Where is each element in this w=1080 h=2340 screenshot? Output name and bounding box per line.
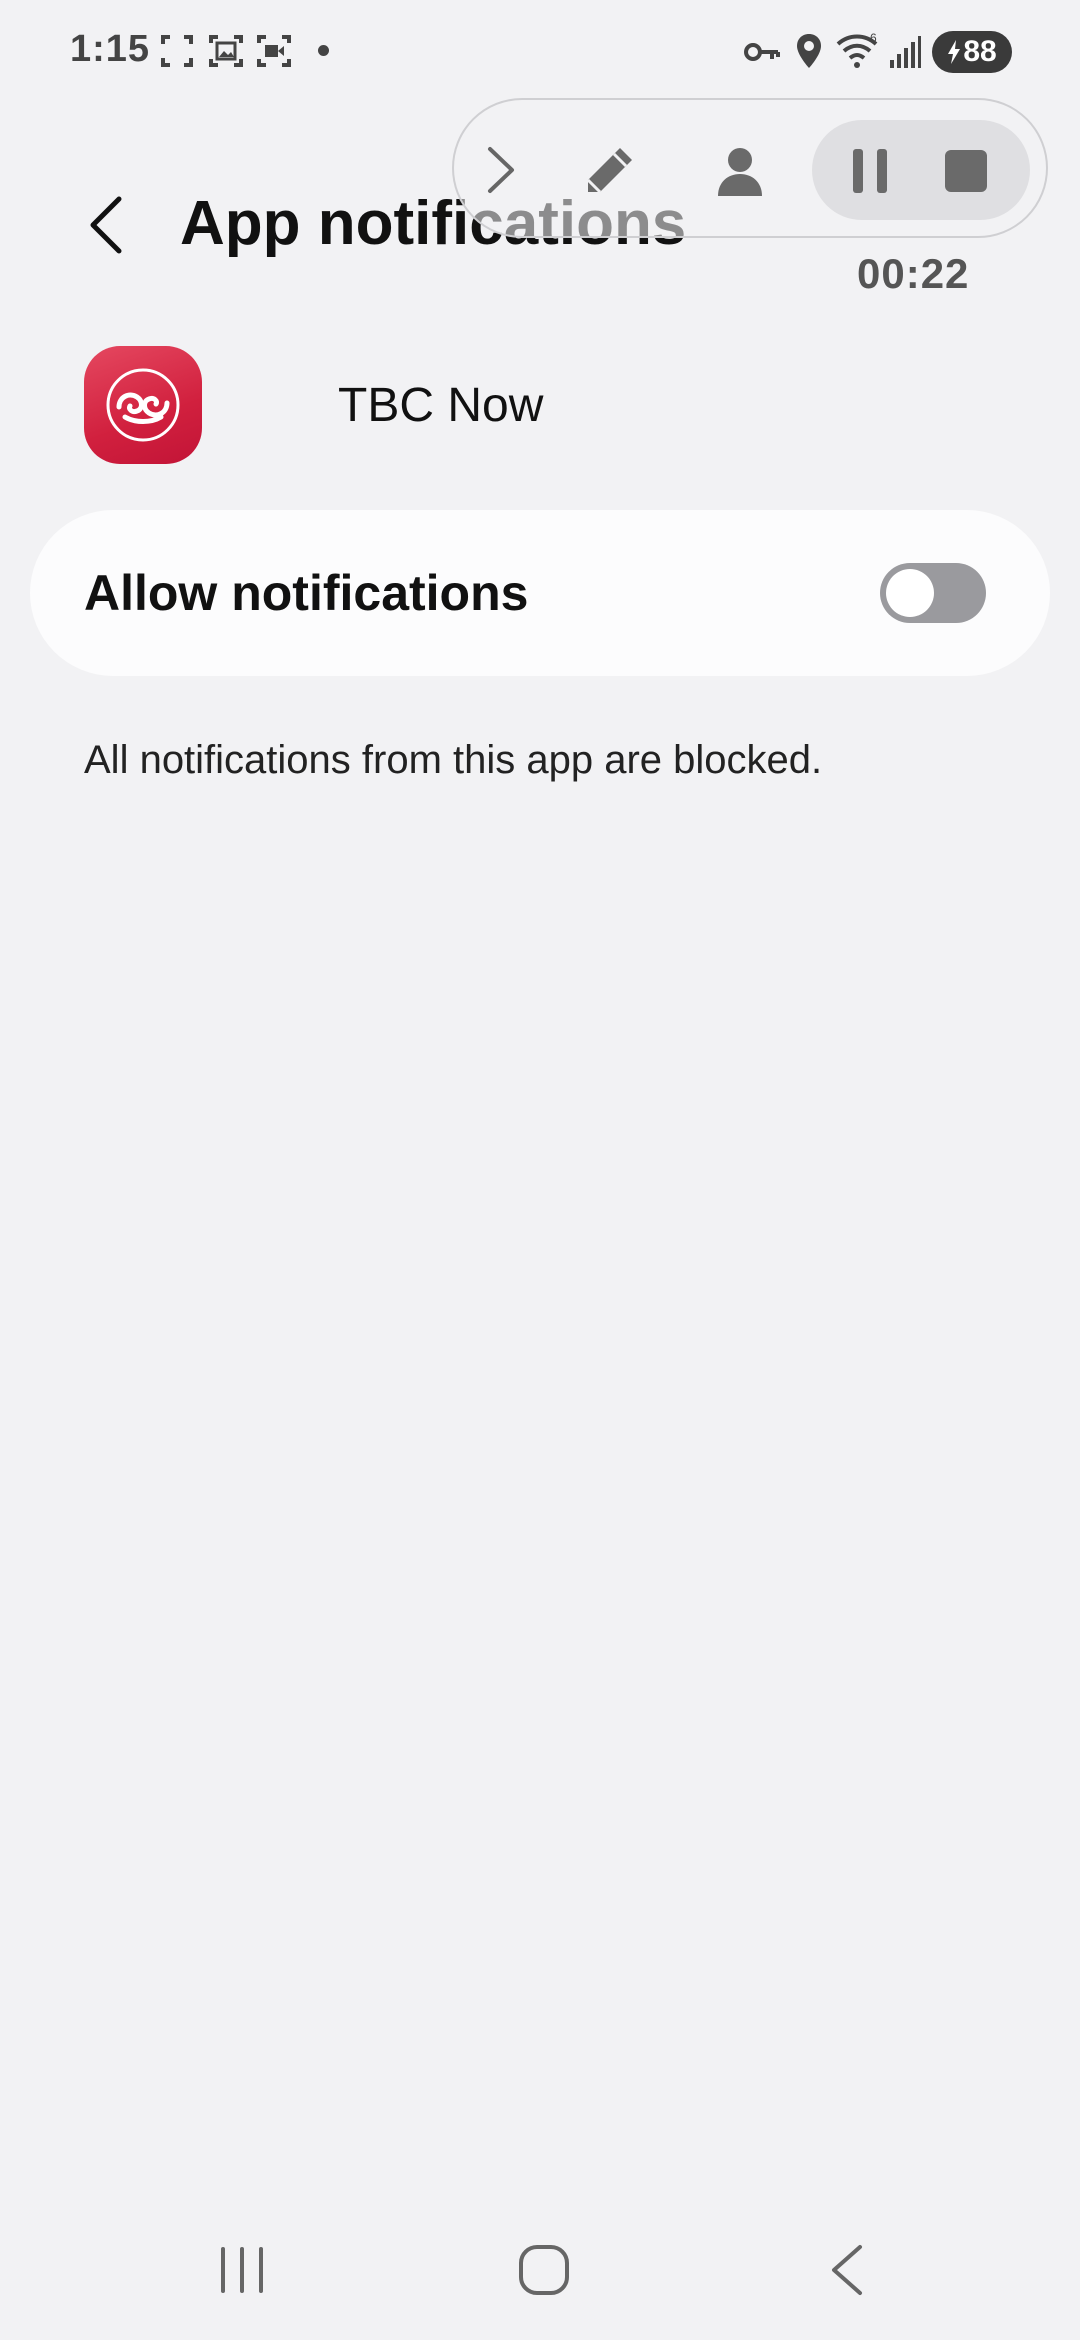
home-button[interactable] xyxy=(504,2240,584,2300)
pause-recording-button[interactable] xyxy=(844,144,896,198)
status-time: 1:15 xyxy=(70,28,151,70)
person-icon xyxy=(718,148,762,196)
allow-notifications-row[interactable]: Allow notifications xyxy=(30,510,1050,676)
gallery-capture-icon xyxy=(209,35,243,67)
location-icon xyxy=(797,34,821,68)
app-name: TBC Now xyxy=(338,378,544,432)
battery-level: 88 xyxy=(963,35,997,68)
allow-notifications-switch[interactable] xyxy=(880,563,986,623)
navigation-bar xyxy=(0,2220,1080,2320)
recording-timer: 00:22 xyxy=(857,250,970,297)
signal-icon xyxy=(890,36,921,68)
draw-button[interactable] xyxy=(578,140,640,202)
tbc-now-logo xyxy=(106,368,180,442)
notification-dot-icon xyxy=(318,45,329,56)
nav-back-button[interactable] xyxy=(806,2240,886,2300)
recent-apps-button[interactable] xyxy=(202,2240,282,2300)
pencil-icon xyxy=(586,148,632,194)
pause-icon xyxy=(853,149,887,193)
switch-knob xyxy=(886,569,934,617)
back-button[interactable] xyxy=(80,190,130,260)
back-icon xyxy=(832,2245,862,2295)
tbc-now-app-icon xyxy=(84,346,202,464)
stop-recording-button[interactable] xyxy=(938,144,994,198)
battery-indicator: 88 xyxy=(932,31,1012,73)
video-capture-icon xyxy=(257,35,291,67)
chevron-right-icon xyxy=(488,147,514,193)
status-bar: 1:15 6 88 xyxy=(0,0,1080,100)
vpn-key-icon xyxy=(744,43,780,61)
home-icon xyxy=(519,2245,569,2295)
recent-apps-icon xyxy=(221,2247,263,2293)
wifi-icon: 6 xyxy=(836,32,878,68)
screen-recorder-overlay xyxy=(452,98,1048,238)
battery-charging-icon xyxy=(948,40,961,64)
allow-notifications-label: Allow notifications xyxy=(84,565,529,621)
blocked-message: All notifications from this app are bloc… xyxy=(84,738,823,782)
selfie-view-button[interactable] xyxy=(712,144,768,200)
expand-recorder-button[interactable] xyxy=(476,136,526,204)
screenshot-frame-icon xyxy=(161,35,193,67)
app-info-row: TBC Now xyxy=(84,344,543,466)
stop-icon xyxy=(945,150,987,192)
svg-text:6: 6 xyxy=(870,32,877,45)
back-chevron-icon xyxy=(90,196,122,254)
